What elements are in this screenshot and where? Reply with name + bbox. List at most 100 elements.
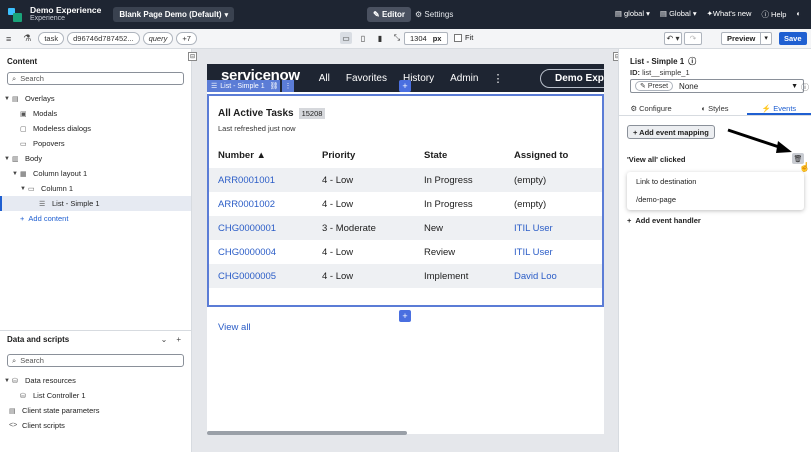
sn-nav-admin[interactable]: Admin [450,73,478,84]
add-below-button[interactable]: + [399,310,411,322]
info-icon[interactable]: ⓘ [801,82,809,93]
add-event-mapping-button[interactable]: + Add event mapping [627,125,715,139]
data-scripts-title: Data and scripts [7,335,70,344]
sn-nav-all[interactable]: All [319,73,330,84]
more-vertical-icon[interactable]: ⋮ [282,80,294,92]
preview-button[interactable]: Preview ▾ [721,32,772,45]
tree-item-overlays[interactable]: ▼ ▤ Overlays [0,91,191,106]
assigned-cell: (empty) [514,174,547,186]
caret-down-icon[interactable]: ▼ [4,96,12,102]
add-above-button[interactable]: + [399,80,411,92]
fit-checkbox[interactable] [454,33,462,42]
viewport-width-input[interactable]: 1304 px [404,32,448,45]
tab-events[interactable]: ⚡ Events [747,101,811,115]
caret-down-icon[interactable]: ▼ [12,171,20,177]
column-header-state[interactable]: State [424,150,514,161]
menu-icon[interactable]: ≡ [6,34,11,44]
assigned-link[interactable]: ITIL User [514,247,602,258]
collapse-left-panel-icon[interactable]: ⊟ [188,52,197,61]
search-icon: ⌕ [12,355,17,365]
experience-pill[interactable]: Demo Experience [540,69,604,88]
table-row: CHG0000005 4 - Low Implement David Loo [209,264,602,288]
settings-mode-button[interactable]: ⚙ Settings [411,7,457,22]
record-link[interactable]: CHG0000005 [209,271,322,282]
component-id: ID: list__simple_1 [630,68,690,77]
more-vertical-icon[interactable]: ⋮ [492,72,503,85]
caret-down-icon[interactable]: ▼ [4,378,12,384]
add-content-button[interactable]: + Add content [0,211,191,226]
caret-down-icon[interactable]: ▼ [4,156,12,162]
redo-button[interactable]: ↷ [684,32,702,45]
tree-item-client-scripts[interactable]: <> Client scripts [0,418,191,433]
handler-name[interactable]: Link to destination [627,172,804,190]
tree-item-list-controller[interactable]: ⛁ List Controller 1 [0,388,191,403]
help-link[interactable]: ⓘ Help [761,9,786,20]
event-handler-card[interactable]: Link to destination /demo-page [627,172,804,210]
add-event-handler-button[interactable]: + Add event handler [627,216,701,225]
flask-icon[interactable]: ⚗ [23,33,31,44]
theme-toggle-icon[interactable]: ◐ [796,9,801,20]
whats-new-link[interactable]: ✦What's new [707,9,752,20]
save-button[interactable]: Save [779,32,807,45]
language-selector[interactable]: ▤ Global ▾ [660,9,697,20]
param-chip-sysid[interactable]: d96746d787452... [67,32,140,45]
data-search-input[interactable]: ⌕ Search [7,354,184,367]
param-chip-more[interactable]: +7 [176,32,197,45]
tree-item-body[interactable]: ▼ ▥ Body [0,151,191,166]
list-component[interactable]: All Active Tasks 15208 Last refreshed jus… [207,94,604,333]
handler-destination[interactable]: /demo-page [627,190,804,208]
tree-item-list-simple[interactable]: ☰ List - Simple 1 [0,196,191,211]
link-icon[interactable]: ⛓ [268,80,280,92]
tab-styles[interactable]: ◐ Styles [683,101,747,115]
popover-icon: ▭ [20,140,27,148]
record-link[interactable]: ARR0001001 [209,175,322,186]
param-chip-query[interactable]: query [142,32,174,45]
assigned-link[interactable]: David Loo [514,271,602,282]
tab-configure[interactable]: ⚙ Configure [619,101,683,115]
tree-item-column[interactable]: ▼ ▭ Column 1 [0,181,191,196]
param-chip-table[interactable]: task [38,32,65,45]
custom-size-icon[interactable]: ⤡ [391,32,403,44]
mobile-icon[interactable]: ▮ [374,32,386,44]
tree-item-modeless[interactable]: ▢ Modeless dialogs [0,121,191,136]
scope-selector[interactable]: ▤ global ▾ [615,9,650,20]
column-header-assigned[interactable]: Assigned to [514,150,602,161]
info-icon[interactable]: ⓘ [688,56,696,67]
caret-down-icon[interactable]: ▼ [20,186,28,192]
database-icon: ⛁ [12,377,18,385]
tree-item-data-resources[interactable]: ▼ ⛁ Data resources [0,373,191,388]
fit-toggle[interactable]: Fit [454,33,473,42]
tree-item-popovers[interactable]: ▭ Popovers [0,136,191,151]
editor-mode-button[interactable]: ✎ Editor [367,7,412,22]
record-link[interactable]: ARR0001002 [209,199,322,210]
tree-item-column-layout[interactable]: ▼ ▦ Column layout 1 [0,166,191,181]
tree-item-modals[interactable]: ▣ Modals [0,106,191,121]
assigned-link[interactable]: ITIL User [514,223,602,234]
table-row: CHG0000001 3 - Moderate New ITIL User [209,216,602,240]
preview-label[interactable]: Preview [721,32,762,45]
column-header-number[interactable]: Number ▲ [209,150,322,161]
record-link[interactable]: CHG0000004 [209,247,322,258]
plus-icon[interactable]: + [176,335,181,344]
chevron-down-icon[interactable]: ⌄ [161,335,168,344]
undo-button[interactable]: ↶ ▾ [664,32,682,45]
priority-cell: 3 - Moderate [322,222,376,234]
state-cell: In Progress [424,174,473,186]
column-header-priority[interactable]: Priority [322,150,424,161]
plus-icon: + [627,216,632,225]
view-all-link[interactable]: View all [218,322,251,333]
priority-cell: 4 - Low [322,198,354,210]
content-panel-title: Content [7,57,38,66]
canvas-horizontal-scrollbar[interactable] [207,431,407,435]
page-selector[interactable]: Blank Page Demo (Default) ▾ [113,7,235,22]
record-link[interactable]: CHG0000001 [209,223,322,234]
language-label: Global [669,9,691,18]
preset-select[interactable]: ✎ Preset None ▼ [630,79,804,93]
tree-item-client-state[interactable]: ▤ Client state parameters [0,403,191,418]
desktop-icon[interactable]: ▭ [340,32,352,44]
chevron-down-icon[interactable]: ▾ [761,32,772,45]
sn-nav-favorites[interactable]: Favorites [346,73,387,84]
tablet-icon[interactable]: ▯ [357,32,369,44]
component-tag[interactable]: ☰ List - Simple 1 [207,80,269,92]
content-search-input[interactable]: ⌕ Search [7,72,184,85]
